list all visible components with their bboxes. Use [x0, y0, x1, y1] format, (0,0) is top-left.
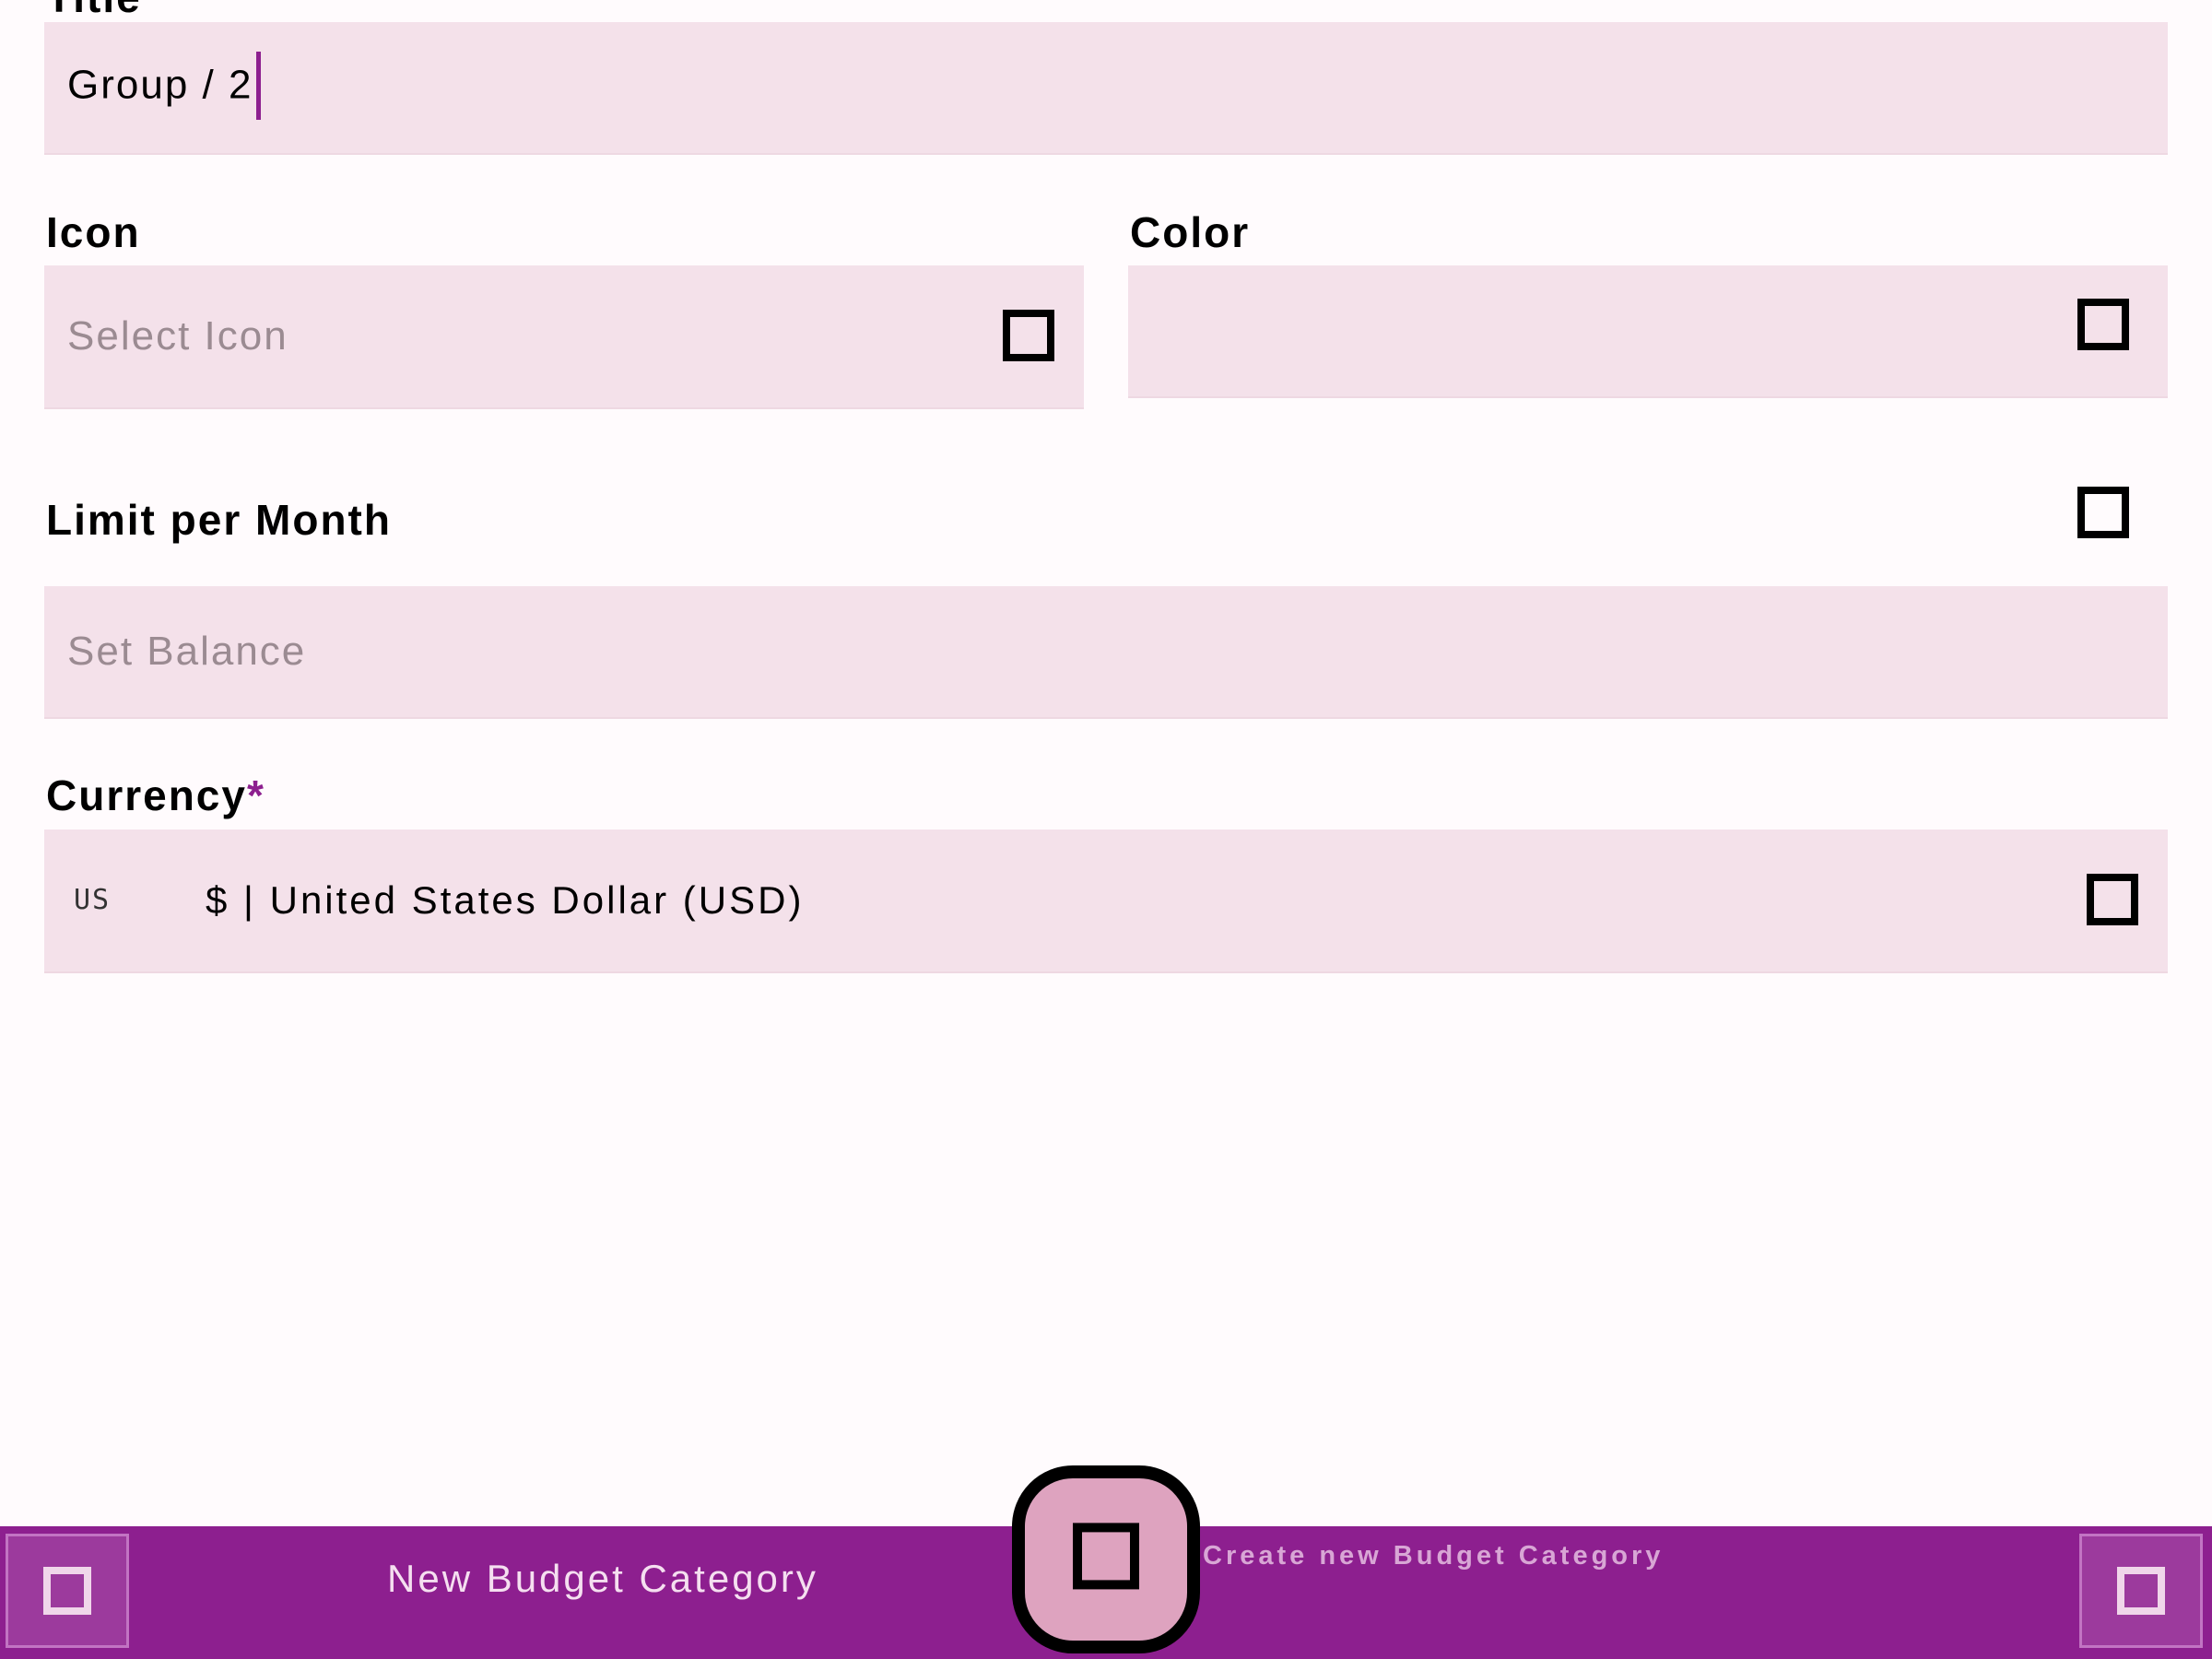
- color-picker-icon[interactable]: [2077, 299, 2129, 350]
- menu-icon-glyph: [2117, 1567, 2165, 1615]
- title-text: Group / 2: [67, 62, 253, 108]
- required-asterisk: *: [246, 771, 265, 819]
- limit-label: Limit per Month: [46, 496, 392, 544]
- limit-toggle-checkbox-icon[interactable]: [2077, 487, 2129, 538]
- back-icon[interactable]: [6, 1534, 129, 1648]
- dropdown-icon[interactable]: [2087, 874, 2138, 925]
- title-input-value: Group / 2: [67, 52, 262, 122]
- currency-value: $ | United States Dollar (USD): [206, 878, 805, 922]
- color-label: Color: [1130, 208, 1251, 256]
- currency-select-field[interactable]: US $ | United States Dollar (USD): [44, 830, 2168, 973]
- icon-select-field[interactable]: Select Icon: [44, 265, 1084, 409]
- save-icon: [1073, 1523, 1139, 1590]
- color-picker-field[interactable]: [1128, 265, 2168, 398]
- icon-select-placeholder: Select Icon: [67, 313, 288, 359]
- us-flag-icon: US: [74, 884, 112, 916]
- menu-icon[interactable]: [2079, 1534, 2203, 1648]
- title-field[interactable]: Group / 2: [44, 22, 2168, 155]
- fab-tooltip-label: Create new Budget Category: [1203, 1541, 1665, 1571]
- icon-label: Icon: [46, 208, 141, 256]
- create-category-button[interactable]: [1012, 1465, 1200, 1653]
- title-label: Title: [46, 0, 142, 18]
- text-cursor: [256, 52, 262, 120]
- balance-input-field[interactable]: Set Balance: [44, 586, 2168, 719]
- currency-label: Currency*: [46, 774, 265, 817]
- page-title: New Budget Category: [387, 1557, 818, 1600]
- currency-label-text: Currency: [46, 771, 247, 819]
- back-icon-glyph: [43, 1567, 91, 1615]
- dropdown-icon[interactable]: [1003, 310, 1054, 361]
- balance-input-placeholder: Set Balance: [67, 629, 307, 674]
